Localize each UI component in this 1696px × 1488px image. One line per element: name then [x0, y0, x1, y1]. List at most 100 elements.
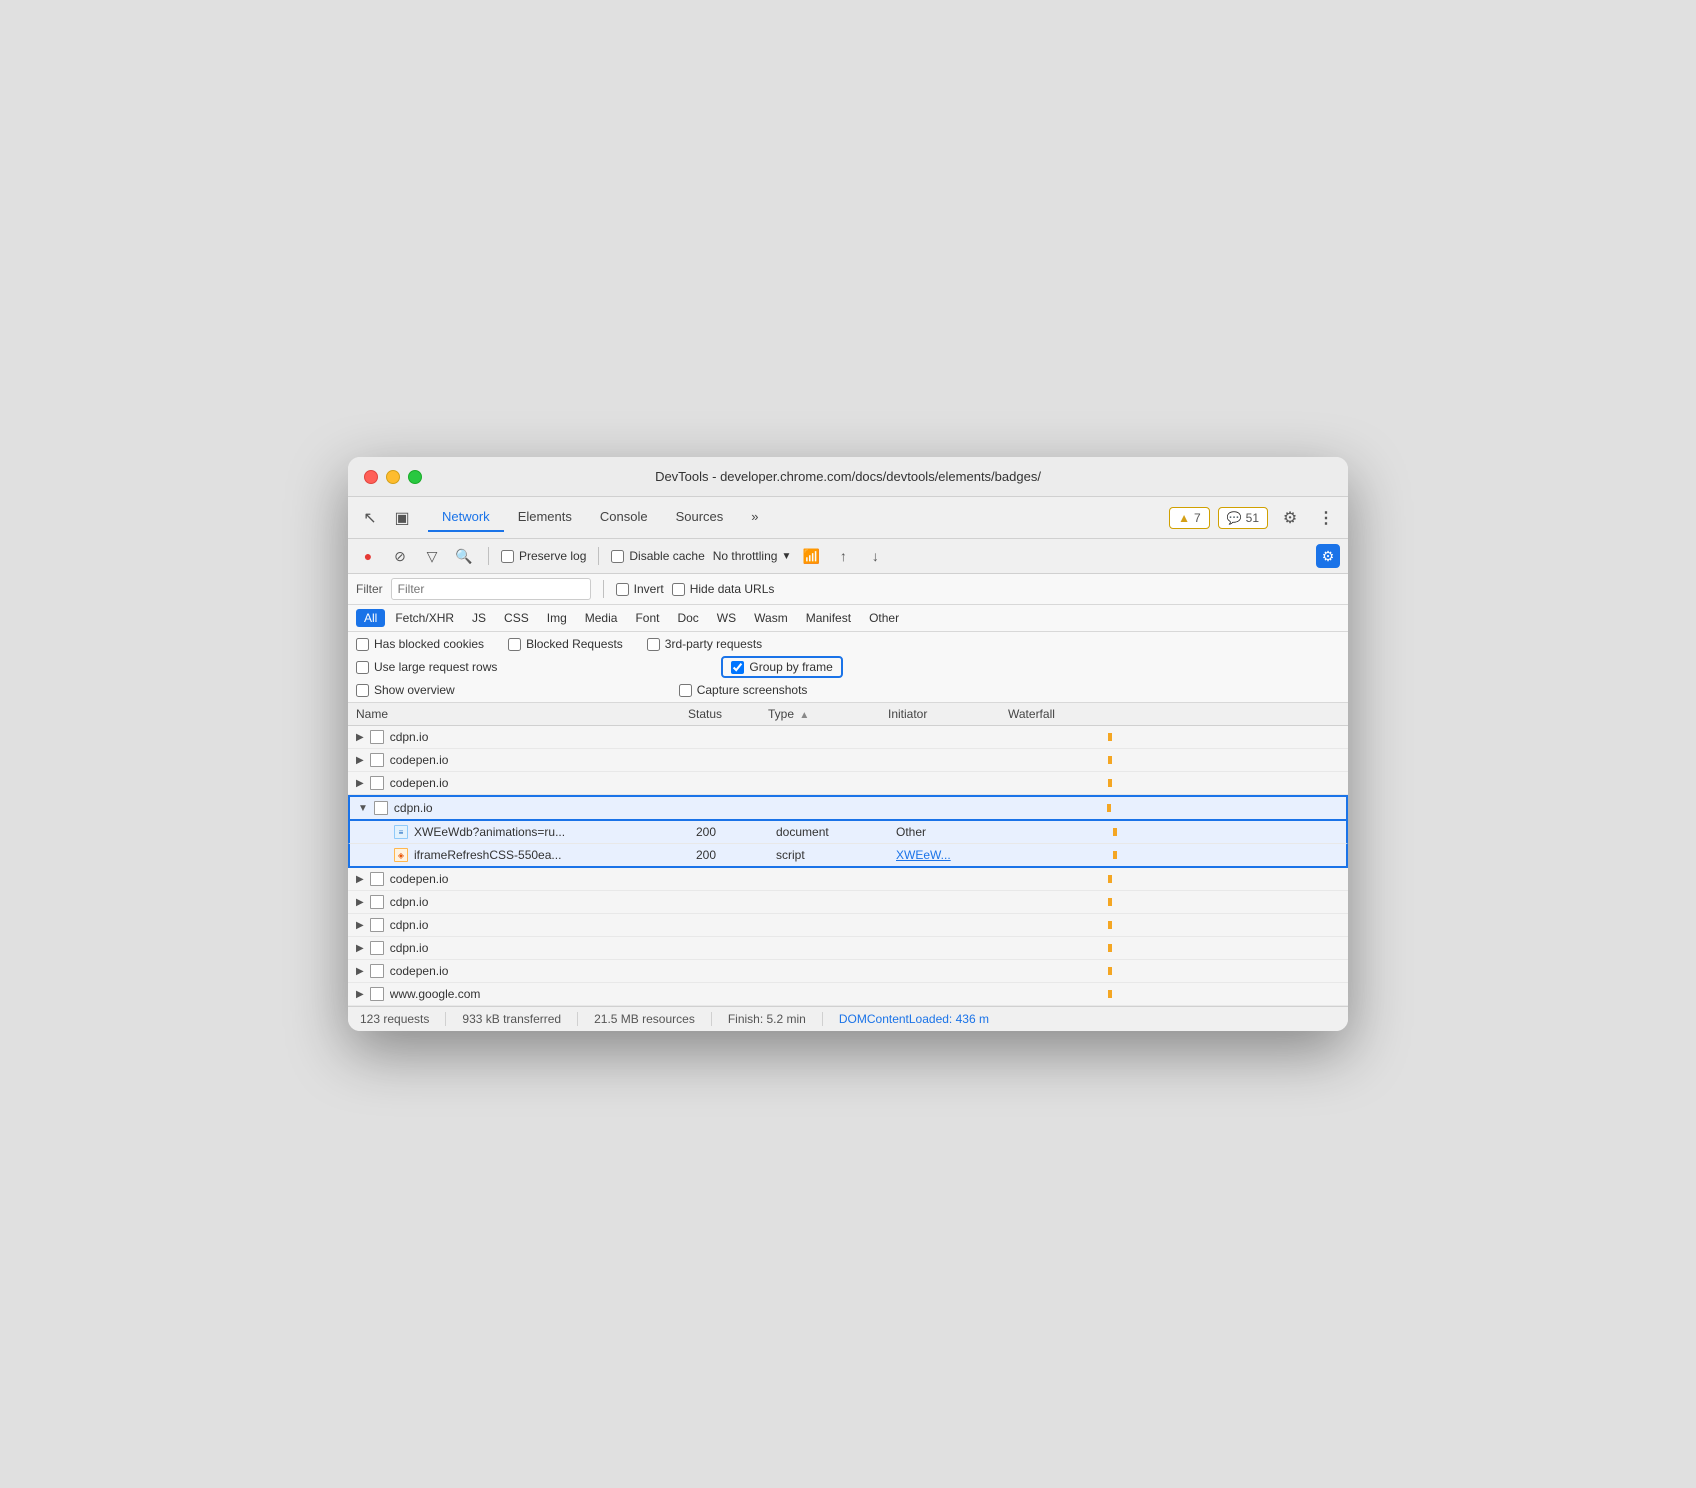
tab-more[interactable]: »: [737, 503, 772, 532]
device-icon[interactable]: ▣: [388, 504, 416, 532]
group-by-frame-checkbox[interactable]: [731, 661, 744, 674]
type-font[interactable]: Font: [627, 609, 667, 627]
large-rows-checkbox[interactable]: [356, 661, 369, 674]
row-name-text: www.google.com: [390, 987, 481, 1001]
expand-icon: ▶: [356, 943, 364, 954]
divider-2: [598, 547, 599, 565]
row-name-text: codepen.io: [390, 753, 449, 767]
show-overview-label[interactable]: Show overview: [356, 683, 455, 697]
hide-data-label[interactable]: Hide data URLs: [672, 582, 775, 596]
tab-console[interactable]: Console: [586, 503, 662, 532]
disable-cache-checkbox[interactable]: [611, 550, 624, 563]
type-ws[interactable]: WS: [709, 609, 744, 627]
more-options-icon[interactable]: ⋮: [1312, 504, 1340, 532]
wifi-icon[interactable]: 📶: [799, 544, 823, 568]
show-overview-checkbox[interactable]: [356, 684, 369, 697]
third-party-checkbox[interactable]: [647, 638, 660, 651]
capture-screenshots-label[interactable]: Capture screenshots: [679, 683, 808, 697]
group-by-frame-label[interactable]: Group by frame: [721, 656, 842, 678]
waterfall-bar: [1108, 875, 1112, 883]
row-name-cell: ▶ codepen.io: [356, 753, 688, 767]
tab-sources[interactable]: Sources: [662, 503, 738, 532]
filter-input[interactable]: [391, 578, 591, 600]
table-row[interactable]: ▶ cdpn.io: [348, 891, 1348, 914]
blocked-cookies-label[interactable]: Has blocked cookies: [356, 637, 484, 651]
row-name-cell: ▶ codepen.io: [356, 872, 688, 886]
table-row[interactable]: ▶ cdpn.io: [348, 914, 1348, 937]
type-other[interactable]: Other: [861, 609, 907, 627]
table-row[interactable]: ▶ codepen.io: [348, 960, 1348, 983]
blocked-cookies-checkbox[interactable]: [356, 638, 369, 651]
waterfall-bar: [1108, 921, 1112, 929]
type-media[interactable]: Media: [577, 609, 626, 627]
header-waterfall[interactable]: Waterfall: [1008, 707, 1340, 721]
type-manifest[interactable]: Manifest: [798, 609, 859, 627]
settings-icon[interactable]: ⚙: [1276, 504, 1304, 532]
throttle-select[interactable]: No throttling ▼: [713, 549, 792, 563]
invert-checkbox[interactable]: [616, 583, 629, 596]
minimize-button[interactable]: [386, 470, 400, 484]
type-doc[interactable]: Doc: [669, 609, 706, 627]
table-row[interactable]: ▶ www.google.com: [348, 983, 1348, 1006]
preserve-log-label[interactable]: Preserve log: [501, 549, 586, 563]
capture-screenshots-checkbox[interactable]: [679, 684, 692, 697]
type-css[interactable]: CSS: [496, 609, 537, 627]
type-all[interactable]: All: [356, 609, 385, 627]
options-row-2: Use large request rows Group by frame: [356, 656, 1340, 678]
table-row-sub-highlighted-2[interactable]: ◈ iframeRefreshCSS-550ea... 200 script X…: [348, 844, 1348, 868]
table-row[interactable]: ▶ cdpn.io: [348, 726, 1348, 749]
preserve-log-checkbox[interactable]: [501, 550, 514, 563]
close-button[interactable]: [364, 470, 378, 484]
dom-loaded[interactable]: DOMContentLoaded: 436 m: [823, 1012, 1005, 1026]
disable-cache-label[interactable]: Disable cache: [611, 549, 704, 563]
type-img[interactable]: Img: [539, 609, 575, 627]
cursor-icon[interactable]: ↖: [356, 504, 384, 532]
type-wasm[interactable]: Wasm: [746, 609, 796, 627]
waterfall-cell: [1008, 986, 1340, 1002]
waterfall-bar: [1108, 898, 1112, 906]
search-button[interactable]: 🔍: [452, 544, 476, 568]
row-initiator[interactable]: XWEeW...: [896, 848, 1016, 862]
table-row-highlighted-group[interactable]: ▼ cdpn.io: [348, 795, 1348, 821]
table-row-sub-highlighted[interactable]: ≡ XWEeWdb?animations=ru... 200 document …: [348, 821, 1348, 844]
header-status[interactable]: Status: [688, 707, 768, 721]
table-row[interactable]: ▶ codepen.io: [348, 868, 1348, 891]
waterfall-cell: [1008, 752, 1340, 768]
type-fetch[interactable]: Fetch/XHR: [387, 609, 462, 627]
expand-icon: ▶: [356, 732, 364, 743]
waterfall-cell: [1008, 775, 1340, 791]
folder-icon: [370, 987, 384, 1001]
expand-icon: ▶: [356, 778, 364, 789]
capture-screenshots-text: Capture screenshots: [697, 683, 808, 697]
network-settings-icon[interactable]: ⚙: [1316, 544, 1340, 568]
tab-network[interactable]: Network: [428, 503, 504, 532]
table-row[interactable]: ▶ cdpn.io: [348, 937, 1348, 960]
hide-data-checkbox[interactable]: [672, 583, 685, 596]
header-initiator[interactable]: Initiator: [888, 707, 1008, 721]
capture-screenshots-container: Capture screenshots: [679, 683, 808, 697]
header-type[interactable]: Type ▲: [768, 707, 868, 721]
blocked-requests-checkbox[interactable]: [508, 638, 521, 651]
type-js[interactable]: JS: [464, 609, 494, 627]
record-button[interactable]: ●: [356, 544, 380, 568]
throttle-chevron: ▼: [781, 551, 791, 562]
invert-label[interactable]: Invert: [616, 582, 664, 596]
invert-text: Invert: [634, 582, 664, 596]
upload-icon[interactable]: ↑: [831, 544, 855, 568]
table-row[interactable]: ▶ codepen.io: [348, 749, 1348, 772]
doc-icon: ≡: [394, 825, 408, 839]
row-name-cell: ▶ codepen.io: [356, 776, 688, 790]
stop-button[interactable]: ⊘: [388, 544, 412, 568]
third-party-label[interactable]: 3rd-party requests: [647, 637, 762, 651]
table-row[interactable]: ▶ codepen.io: [348, 772, 1348, 795]
message-badge[interactable]: 💬 51: [1218, 507, 1268, 529]
tab-elements[interactable]: Elements: [504, 503, 586, 532]
maximize-button[interactable]: [408, 470, 422, 484]
large-rows-label[interactable]: Use large request rows: [356, 660, 497, 674]
hide-data-text: Hide data URLs: [690, 582, 775, 596]
blocked-cookies-text: Has blocked cookies: [374, 637, 484, 651]
filter-button[interactable]: ▽: [420, 544, 444, 568]
download-icon[interactable]: ↓: [863, 544, 887, 568]
warning-badge[interactable]: ▲ 7: [1169, 507, 1210, 529]
blocked-requests-label[interactable]: Blocked Requests: [508, 637, 623, 651]
